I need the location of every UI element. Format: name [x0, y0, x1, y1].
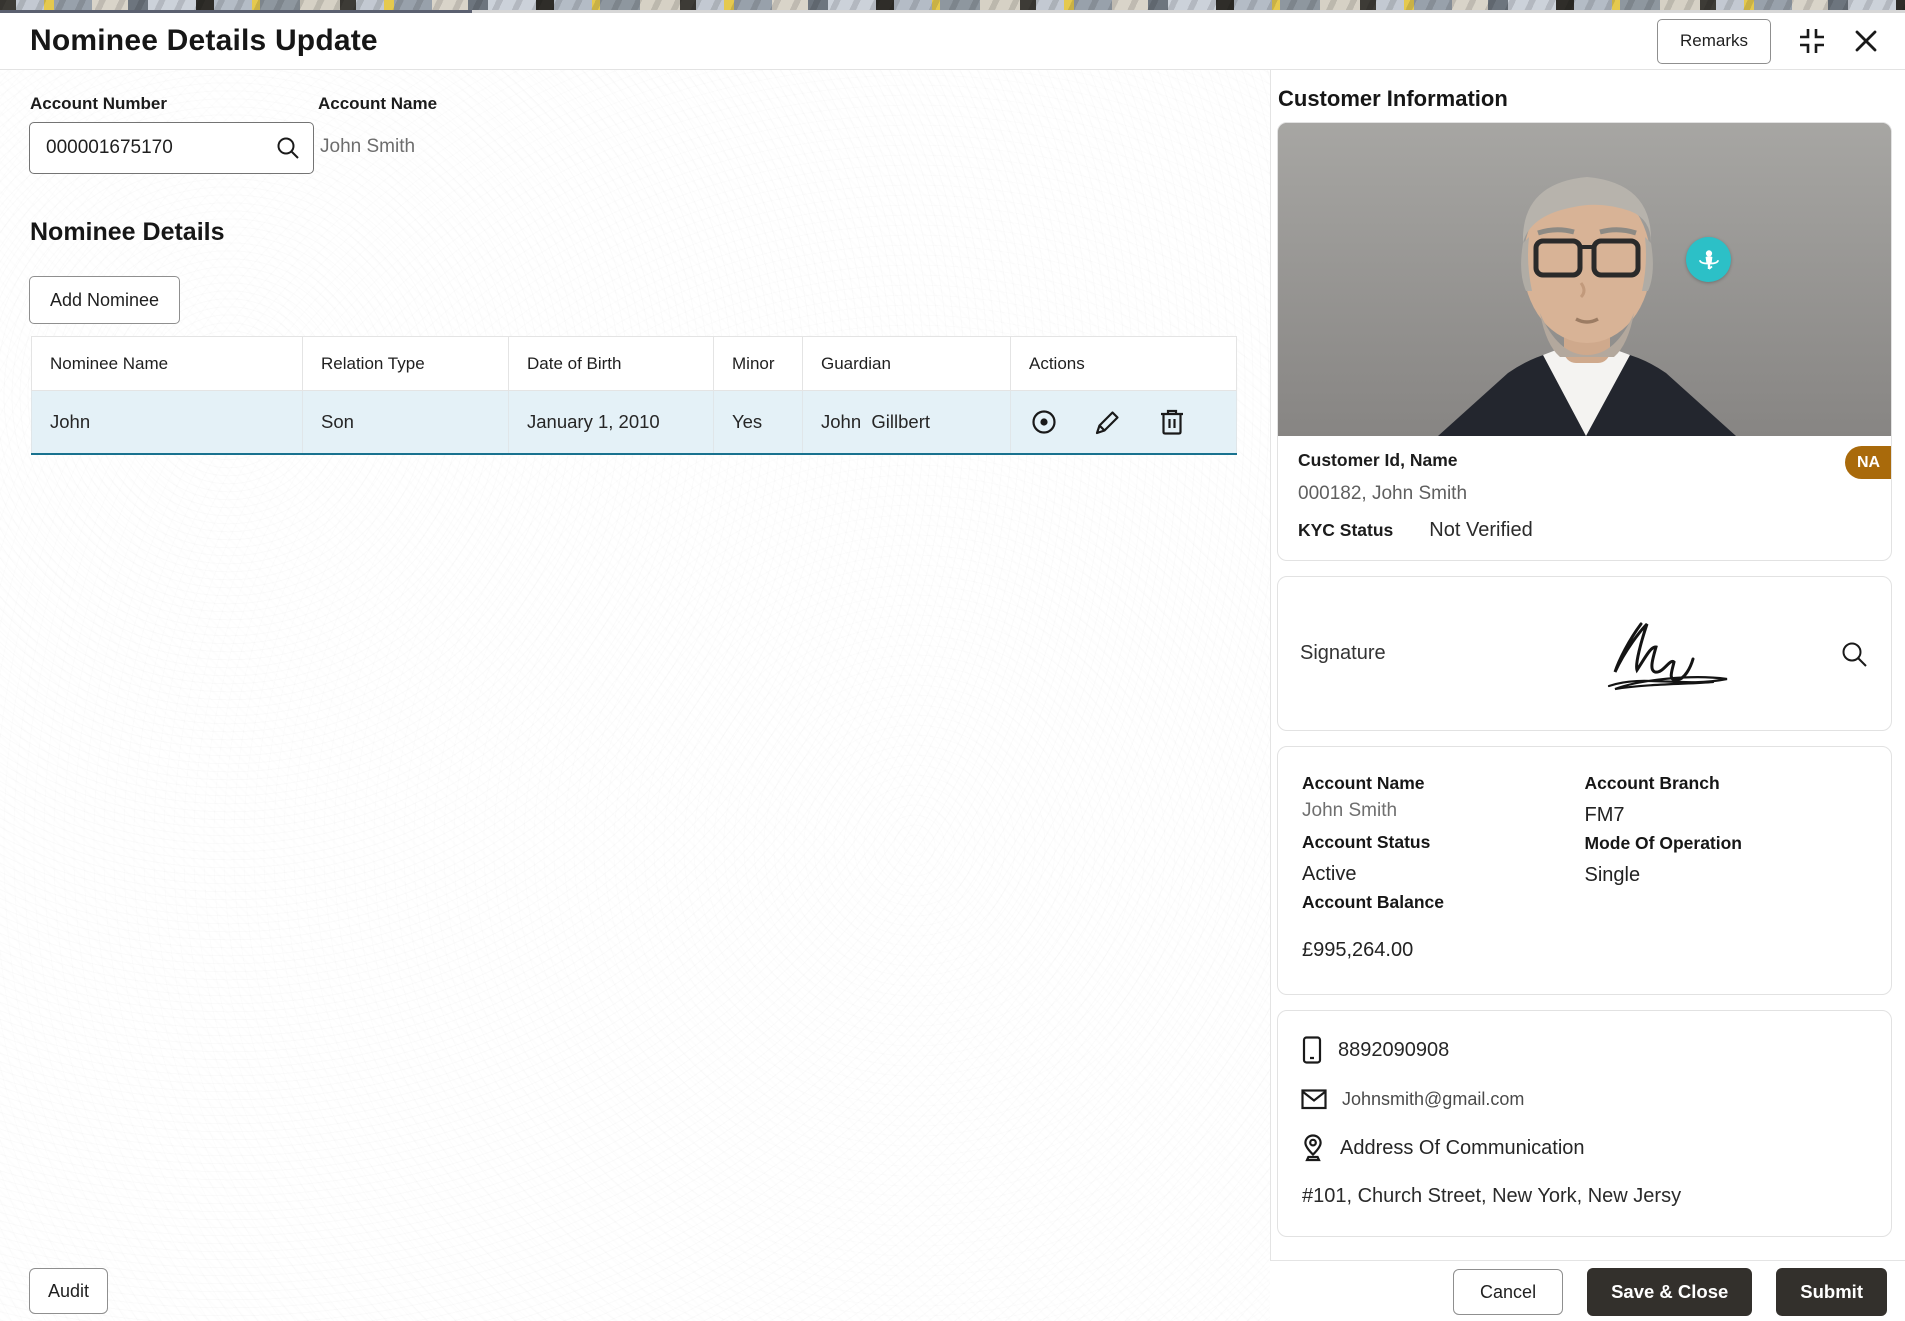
- location-pin-icon: [1300, 1133, 1326, 1163]
- col-header-nominee-name: Nominee Name: [31, 337, 302, 390]
- close-button[interactable]: [1853, 28, 1879, 54]
- customer-information-title: Customer Information: [1278, 86, 1508, 111]
- email-row: Johnsmith@gmail.com: [1300, 1087, 1869, 1111]
- contact-card: 8892090908 Johnsmith@gmail.com Address O…: [1277, 1010, 1892, 1237]
- signature-card: Signature: [1277, 576, 1892, 731]
- remarks-button[interactable]: Remarks: [1656, 18, 1771, 64]
- signature-zoom-button[interactable]: [1839, 639, 1869, 669]
- address-value: #101, Church Street, New York, New Jersy: [1302, 1185, 1682, 1207]
- mode-of-operation-label: Mode Of Operation: [1584, 833, 1743, 853]
- signature-image: [1500, 614, 1839, 694]
- search-icon[interactable]: [275, 135, 301, 161]
- kyc-status-row: KYC Status Not Verified: [1298, 519, 1871, 542]
- save-close-button[interactable]: Save & Close: [1587, 1268, 1753, 1316]
- customer-photo: [1278, 123, 1891, 436]
- nominee-table: Nominee Name Relation Type Date of Birth…: [31, 336, 1237, 455]
- account-branch-label: Account Branch: [1584, 773, 1720, 793]
- submit-button[interactable]: Submit: [1776, 1268, 1887, 1316]
- close-icon: [1853, 28, 1879, 54]
- cancel-button[interactable]: Cancel: [1453, 1269, 1564, 1315]
- account-number-label: Account Number: [30, 94, 167, 113]
- customer-summary-card: NA Customer Id, Name 000182, John Smith …: [1277, 122, 1892, 561]
- kyc-status-label: KYC Status: [1298, 520, 1394, 540]
- footer-actions: Cancel Save & Close Submit: [1453, 1268, 1887, 1316]
- phone-value: 8892090908: [1338, 1038, 1450, 1061]
- cell-minor: Yes: [713, 391, 802, 453]
- account-name-label: Account Name: [318, 94, 438, 113]
- status-badge: NA: [1845, 446, 1891, 479]
- email-value: Johnsmith@gmail.com: [1342, 1088, 1525, 1109]
- cell-relation-type: Son: [302, 391, 508, 453]
- main-content: Account Number Account Name John Smith N…: [0, 70, 1270, 1321]
- collapse-fullscreen-button[interactable]: [1797, 26, 1827, 56]
- account-balance-label: Account Balance: [1302, 892, 1444, 912]
- col-header-relation-type: Relation Type: [302, 337, 508, 390]
- account-number-input[interactable]: [46, 137, 275, 159]
- mobile-phone-icon: [1300, 1035, 1324, 1065]
- col-header-guardian: Guardian: [802, 337, 1010, 390]
- view-360-button[interactable]: [1686, 237, 1731, 282]
- account-branch-value: FM7: [1584, 804, 1625, 826]
- cell-guardian: John Gillbert: [802, 391, 1010, 453]
- eye-icon: [1029, 407, 1059, 437]
- person-360-icon: [1695, 246, 1723, 274]
- customer-id-name-value: 000182, John Smith: [1298, 483, 1468, 504]
- trash-icon: [1157, 407, 1187, 437]
- cell-date-of-birth: January 1, 2010: [508, 391, 713, 453]
- view-nominee-button[interactable]: [1029, 407, 1059, 437]
- address-label: Address Of Communication: [1340, 1136, 1585, 1159]
- account-number-field[interactable]: [29, 122, 314, 174]
- table-header-row: Nominee Name Relation Type Date of Birth…: [31, 337, 1237, 391]
- edit-nominee-button[interactable]: [1093, 407, 1123, 437]
- cell-nominee-name: John: [31, 391, 302, 453]
- kyc-status-value: Not Verified: [1429, 519, 1533, 541]
- customer-information-panel: Customer Information NA Customer Id, Nam…: [1270, 70, 1905, 1261]
- page-title: Nominee Details Update: [30, 24, 378, 57]
- address-row: Address Of Communication: [1300, 1133, 1869, 1163]
- customer-id-name-label: Customer Id, Name: [1298, 450, 1458, 470]
- page-header: Nominee Details Update Remarks: [0, 13, 1905, 70]
- collapse-icon: [1797, 26, 1827, 56]
- decorative-art-strip: [0, 0, 1905, 10]
- mail-icon: [1300, 1087, 1328, 1111]
- account-status-label: Account Status: [1302, 832, 1431, 852]
- col-header-date-of-birth: Date of Birth: [508, 337, 713, 390]
- table-row[interactable]: John Son January 1, 2010 Yes John Gillbe…: [31, 391, 1237, 455]
- account-status-value: Active: [1302, 863, 1357, 885]
- cell-actions: [1010, 391, 1237, 453]
- customer-id-block: NA Customer Id, Name 000182, John Smith …: [1278, 436, 1891, 560]
- col-header-minor: Minor: [713, 337, 802, 390]
- account-details-card: Account Name John Smith Account Status A…: [1277, 746, 1892, 995]
- account-balance-value: £995,264.00: [1302, 939, 1414, 961]
- delete-nominee-button[interactable]: [1157, 407, 1187, 437]
- header-actions: Remarks: [1656, 18, 1879, 64]
- phone-row: 8892090908: [1300, 1035, 1869, 1065]
- audit-button[interactable]: Audit: [29, 1268, 109, 1314]
- nominee-details-title: Nominee Details: [30, 218, 225, 246]
- signature-label: Signature: [1300, 642, 1386, 664]
- account-name-field-label: Account Name: [1302, 773, 1425, 793]
- account-name-value: John Smith: [320, 136, 416, 157]
- mode-of-operation-value: Single: [1584, 864, 1641, 886]
- account-name-field-value: John Smith: [1302, 800, 1398, 821]
- pencil-icon: [1093, 407, 1123, 437]
- col-header-actions: Actions: [1010, 337, 1237, 390]
- add-nominee-button[interactable]: Add Nominee: [29, 276, 181, 324]
- magnifier-icon: [1839, 639, 1869, 669]
